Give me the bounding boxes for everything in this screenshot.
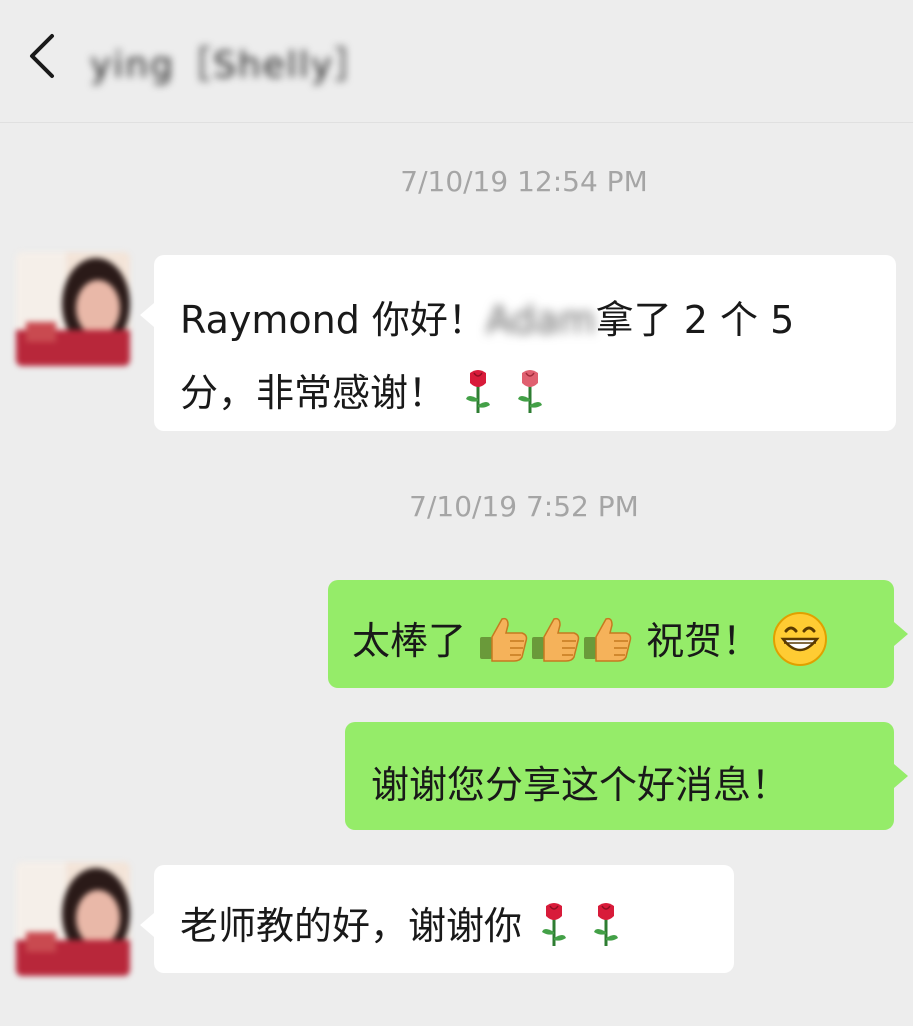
thumbs-up-icon bbox=[530, 615, 582, 672]
message-text: 太棒了 bbox=[352, 619, 467, 663]
message-text: 拿了 2 个 5 bbox=[595, 298, 795, 342]
rose-icon bbox=[458, 367, 498, 424]
chat-header: ying［Shelly］ bbox=[0, 0, 913, 123]
message-timestamp: 7/10/19 12:54 PM bbox=[400, 165, 648, 198]
message-bubble-outgoing[interactable]: 太棒了 祝贺！ bbox=[328, 580, 908, 688]
thumbs-up-icon bbox=[582, 615, 634, 672]
message-bubble-incoming[interactable]: Raymond 你好！Adam拿了 2 个 5 分，非常感谢！ bbox=[140, 255, 896, 431]
contact-avatar[interactable] bbox=[16, 252, 130, 366]
message-line: 分，非常感谢！ bbox=[180, 362, 896, 424]
rose-icon bbox=[510, 367, 550, 424]
message-text: 谢谢您分享这个好消息！ bbox=[371, 763, 790, 807]
message-text: 祝贺！ bbox=[646, 619, 761, 663]
rose-icon bbox=[586, 900, 626, 957]
chevron-left-icon bbox=[30, 34, 54, 78]
thumbs-up-icon bbox=[478, 615, 530, 672]
message-text: 老师教的好，谢谢你 bbox=[180, 904, 523, 948]
message-bubble-outgoing[interactable]: 谢谢您分享这个好消息！ bbox=[345, 722, 908, 830]
message-line: 太棒了 祝贺！ bbox=[352, 610, 894, 676]
message-line: 老师教的好，谢谢你 bbox=[180, 895, 734, 957]
chat-title[interactable]: ying［Shelly］ bbox=[90, 36, 372, 88]
contact-avatar[interactable] bbox=[16, 862, 130, 976]
message-timestamp: 7/10/19 7:52 PM bbox=[409, 490, 639, 523]
rose-icon bbox=[534, 900, 574, 957]
back-button[interactable] bbox=[14, 28, 70, 84]
redacted-name: Adam bbox=[485, 298, 596, 342]
message-bubble-incoming[interactable]: 老师教的好，谢谢你 bbox=[140, 865, 734, 973]
message-line: Raymond 你好！Adam拿了 2 个 5 bbox=[180, 289, 896, 344]
grinning-face-icon bbox=[772, 611, 828, 676]
message-text: 分，非常感谢！ bbox=[180, 371, 447, 415]
message-text: Raymond 你好！ bbox=[180, 298, 486, 342]
